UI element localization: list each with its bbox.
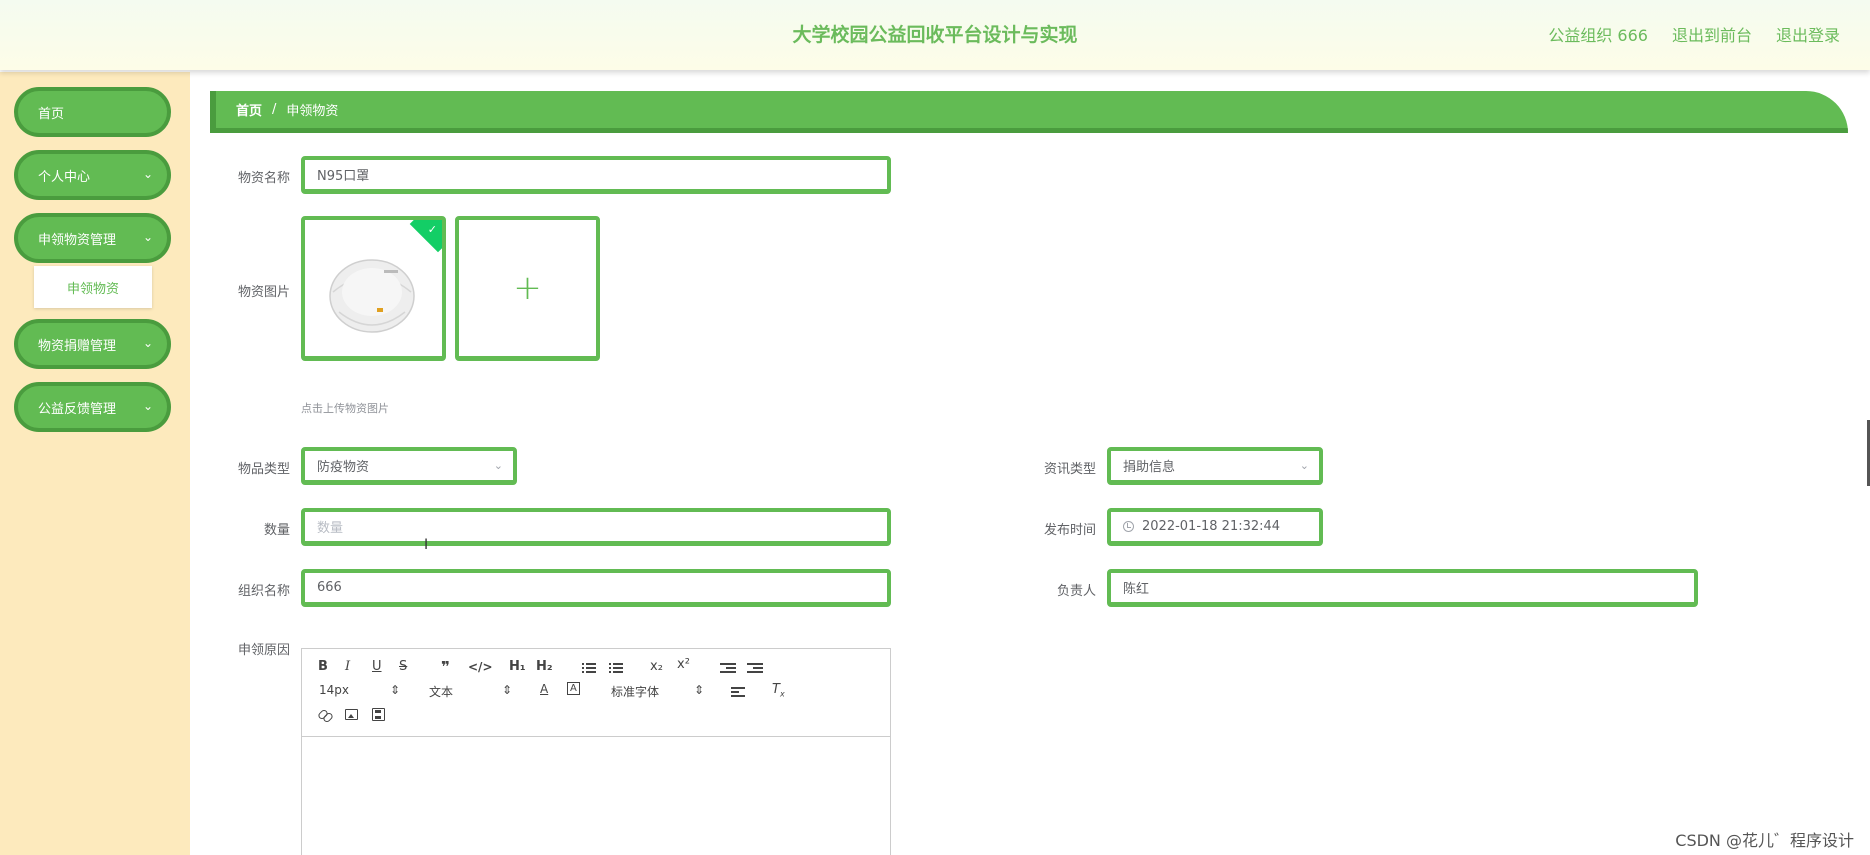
category-value: 防疫物资 <box>317 460 370 475</box>
info-type-value: 捐助信息 <box>1123 460 1176 475</box>
upload-image-button[interactable]: + <box>455 216 600 361</box>
chevron-down-icon: ⌄ <box>142 399 153 413</box>
chevron-down-icon: ⌄ <box>1299 459 1309 472</box>
watermark-text: CSDN @花儿゛程序设计 <box>1675 831 1854 850</box>
uploaded-image-card[interactable]: ✓ <box>301 216 446 361</box>
outdent-icon[interactable] <box>720 663 736 674</box>
image-label: 物资图片 <box>237 285 290 300</box>
mask-image <box>329 259 415 333</box>
org-name-input[interactable]: 666 <box>301 569 891 607</box>
chevron-down-icon: ⌄ <box>142 167 153 181</box>
category-select[interactable]: 防疫物资 ⌄ <box>301 447 517 485</box>
check-icon: ✓ <box>427 223 437 236</box>
editor-toolbar: B I U S ❞ </> H₁ H₂ x₂ x² 14px ⇕ 文本 ⇕ A … <box>302 649 890 737</box>
sidebar: 首页 个人中心 ⌄ 申领物资管理 ⌄ 申领物资 物资捐赠管理 ⌄ 公益反馈管理 … <box>0 72 190 855</box>
header2-button[interactable]: H₂ <box>536 659 553 674</box>
sidebar-subitem-claim-supplies[interactable]: 申领物资 <box>34 266 152 308</box>
exit-to-front-link[interactable]: 退出到前台 <box>1672 22 1752 46</box>
quantity-label: 数量 <box>263 523 290 538</box>
sidebar-item-personal-center[interactable]: 个人中心 ⌄ <box>14 150 171 200</box>
org-name-value: 666 <box>317 580 342 595</box>
text-cursor-icon: I <box>424 537 429 553</box>
breadcrumb-separator: / <box>272 102 277 117</box>
publish-time-label: 发布时间 <box>1043 523 1096 538</box>
category-label: 物品类型 <box>237 462 290 477</box>
reason-label: 申领原因 <box>237 643 290 658</box>
sidebar-item-claim-management[interactable]: 申领物资管理 ⌄ <box>14 213 171 263</box>
sidebar-item-label: 物资捐赠管理 <box>38 338 117 354</box>
sidebar-subitem-label: 申领物资 <box>66 281 119 297</box>
quantity-placeholder: 数量 <box>317 521 344 536</box>
select-arrows-icon: ⇕ <box>390 683 401 697</box>
blockquote-button[interactable]: ❞ <box>441 658 450 676</box>
breadcrumb-current: 申领物资 <box>286 104 339 119</box>
publish-time-picker[interactable]: 2022-01-18 21:32:44 <box>1107 508 1323 546</box>
subscript-button[interactable]: x₂ <box>650 659 663 674</box>
sidebar-item-label: 公益反馈管理 <box>38 401 117 417</box>
chevron-down-icon: ⌄ <box>493 459 503 472</box>
logout-link[interactable]: 退出登录 <box>1776 22 1840 46</box>
supply-name-value: N95口罩 <box>317 169 370 184</box>
owner-value: 陈红 <box>1123 582 1150 597</box>
info-type-select[interactable]: 捐助信息 ⌄ <box>1107 447 1323 485</box>
image-icon[interactable] <box>345 709 358 720</box>
sidebar-item-feedback-management[interactable]: 公益反馈管理 ⌄ <box>14 382 171 432</box>
editor-content-area[interactable] <box>302 737 890 855</box>
chevron-down-icon: ⌄ <box>142 230 153 244</box>
name-label: 物资名称 <box>237 171 290 186</box>
bullet-list-icon[interactable] <box>609 663 623 673</box>
breadcrumb-home[interactable]: 首页 <box>236 100 262 119</box>
clock-icon <box>1123 521 1134 532</box>
font-size-select[interactable]: 14px <box>319 683 349 697</box>
text-format-select[interactable]: 文本 <box>429 683 453 700</box>
code-block-button[interactable]: </> <box>468 660 493 674</box>
strike-button[interactable]: S <box>399 659 407 674</box>
breadcrumb: 首页 / 申领物资 <box>210 91 1848 133</box>
reason-rich-editor: B I U S ❞ </> H₁ H₂ x₂ x² 14px ⇕ 文本 ⇕ A … <box>301 648 891 855</box>
top-header: 大学校园公益回收平台设计与实现 公益组织 666 退出到前台 退出登录 <box>0 0 1870 70</box>
quantity-input[interactable]: 数量 <box>301 508 891 546</box>
owner-input[interactable]: 陈红 <box>1107 569 1698 607</box>
underline-button[interactable]: U <box>372 659 382 674</box>
italic-button[interactable]: I <box>345 659 350 674</box>
org-name-label: 组织名称 <box>237 584 290 599</box>
owner-label: 负责人 <box>1056 584 1096 599</box>
supply-name-input[interactable]: N95口罩 <box>301 156 891 194</box>
plus-icon: + <box>513 268 542 308</box>
indent-icon[interactable] <box>747 663 763 674</box>
font-color-icon[interactable]: A <box>540 682 548 696</box>
sidebar-item-donation-management[interactable]: 物资捐赠管理 ⌄ <box>14 319 171 369</box>
header-nav: 公益组织 666 退出到前台 退出登录 <box>1548 22 1840 46</box>
align-icon[interactable] <box>731 687 745 698</box>
link-icon[interactable] <box>318 708 332 722</box>
header1-button[interactable]: H₁ <box>509 659 526 674</box>
clear-format-icon[interactable]: Tx <box>772 682 785 699</box>
select-arrows-icon: ⇕ <box>694 683 705 697</box>
sidebar-item-home[interactable]: 首页 <box>14 87 171 137</box>
info-type-label: 资讯类型 <box>1043 462 1096 477</box>
publish-time-value: 2022-01-18 21:32:44 <box>1142 519 1281 534</box>
upload-hint: 点击上传物资图片 <box>301 402 389 415</box>
video-icon[interactable] <box>372 708 385 721</box>
ordered-list-icon[interactable] <box>582 663 596 673</box>
sidebar-item-label: 个人中心 <box>38 169 91 185</box>
sidebar-item-label: 申领物资管理 <box>38 232 117 248</box>
select-arrows-icon: ⇕ <box>502 683 513 697</box>
bold-button[interactable]: B <box>318 659 328 674</box>
sidebar-item-label: 首页 <box>38 106 65 122</box>
background-color-icon[interactable]: A <box>567 682 580 695</box>
org-account-link[interactable]: 公益组织 666 <box>1548 22 1648 46</box>
chevron-down-icon: ⌄ <box>142 336 153 350</box>
superscript-button[interactable]: x² <box>677 657 690 672</box>
font-family-select[interactable]: 标准字体 <box>611 683 659 700</box>
